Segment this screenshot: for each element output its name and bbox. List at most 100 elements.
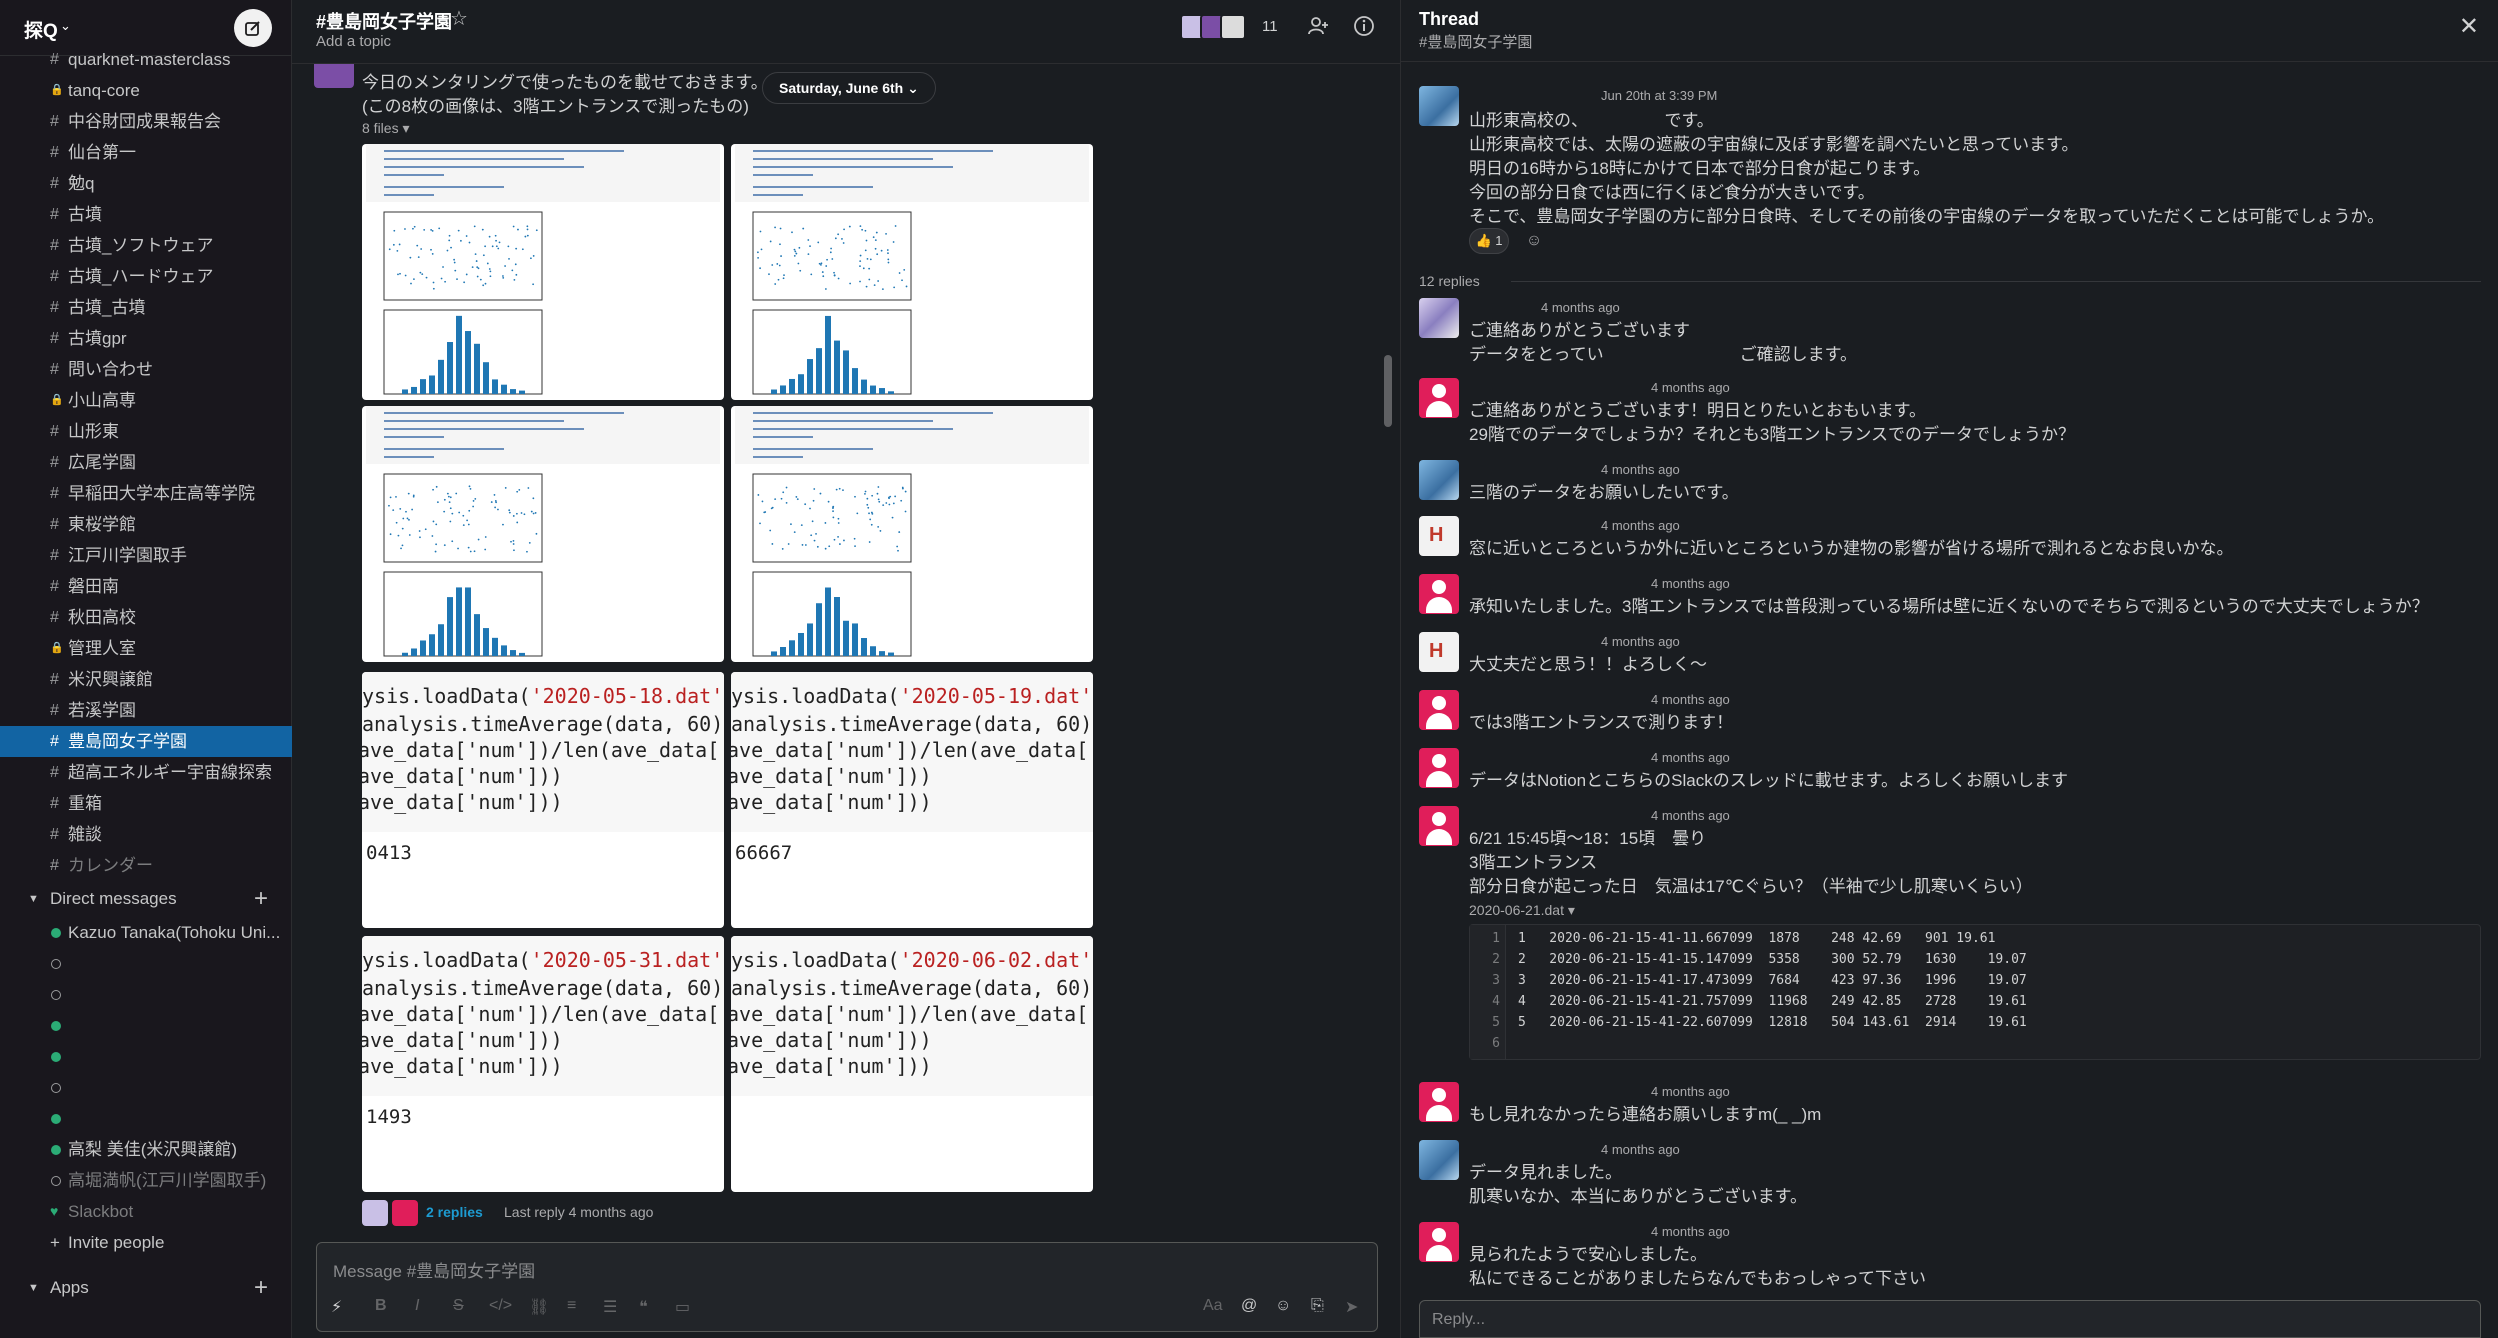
sidebar-item[interactable]: 🔒 tanq-core — [0, 75, 292, 106]
sidebar-item[interactable]: # 秋田高校 — [0, 602, 292, 633]
message-time[interactable]: 4 months ago — [1601, 518, 1680, 533]
link-icon[interactable]: ⛓ — [529, 1297, 549, 1317]
sidebar-item[interactable]: # 東桜学館 — [0, 509, 292, 540]
member-count[interactable]: 11 — [1262, 18, 1278, 35]
file-name[interactable]: 2020-06-21.dat ▾ — [1469, 902, 1575, 919]
dm-item[interactable] — [0, 1072, 292, 1103]
dm-item[interactable] — [0, 948, 292, 979]
avatar[interactable] — [1419, 298, 1459, 338]
message-composer[interactable]: Message #豊島岡女子学園 ⚡ B I S </> ⛓ ≡ ☰ ❝ ▭ A… — [316, 1242, 1378, 1332]
add-reaction-icon[interactable]: ☺ — [1519, 228, 1549, 254]
image-attachment[interactable] — [731, 406, 1093, 662]
sidebar-item[interactable]: # quarknet-masterclass — [0, 44, 292, 75]
plus-icon[interactable]: + — [254, 881, 268, 917]
add-member-icon[interactable] — [1304, 14, 1332, 42]
message-time[interactable]: 4 months ago — [1651, 1224, 1730, 1239]
bulleted-list-icon[interactable]: ☰ — [603, 1297, 617, 1317]
dm-item[interactable] — [0, 1041, 292, 1072]
files-toggle[interactable]: 8 files ▾ — [362, 120, 410, 137]
file-preview[interactable]: 1 1 2020-06-21-15-41-11.667099 1878 248 4… — [1469, 924, 2481, 1060]
plus-icon[interactable]: + — [254, 1270, 268, 1306]
avatar[interactable] — [1419, 1082, 1459, 1122]
sidebar-item[interactable]: 🔒 小山高専 — [0, 385, 292, 416]
send-icon[interactable]: ➤ — [1345, 1297, 1358, 1317]
avatar[interactable] — [1419, 378, 1459, 418]
section-direct-messages[interactable]: ▼ Direct messages + — [0, 881, 292, 917]
message-time[interactable]: 4 months ago — [1651, 692, 1730, 707]
image-attachment[interactable]: ysis.loadData('2020-05-31.dat') #data ana… — [362, 936, 724, 1192]
sidebar-item[interactable]: # 若溪学園 — [0, 695, 292, 726]
sidebar-item[interactable]: # 古墳_古墳 — [0, 292, 292, 323]
sidebar-item[interactable]: # 勉q — [0, 168, 292, 199]
avatar[interactable] — [1419, 690, 1459, 730]
sidebar-item[interactable]: # 磐田南 — [0, 571, 292, 602]
sidebar-item[interactable]: # カレンダー — [0, 850, 292, 881]
image-attachment[interactable] — [731, 144, 1093, 400]
sidebar-item[interactable]: # 古墳 — [0, 199, 292, 230]
member-avatars[interactable] — [1180, 14, 1250, 40]
bold-icon[interactable]: B — [375, 1297, 387, 1315]
info-icon[interactable] — [1350, 14, 1378, 42]
italic-icon[interactable]: I — [415, 1297, 419, 1315]
reply-input[interactable]: Reply... — [1419, 1300, 2481, 1338]
avatar[interactable] — [1419, 632, 1459, 672]
mention-icon[interactable]: @ — [1241, 1297, 1257, 1315]
sidebar-item[interactable]: # 雑談 — [0, 819, 292, 850]
dm-item[interactable]: 高堀満帆(江戸川学園取手) — [0, 1165, 292, 1196]
sidebar-item[interactable]: # 仙台第一 — [0, 137, 292, 168]
sidebar-item[interactable]: 🔒 管理人室 — [0, 633, 292, 664]
sidebar-item[interactable]: # 超高エネルギー宇宙線探索 — [0, 757, 292, 788]
dm-item[interactable] — [0, 979, 292, 1010]
sidebar-item[interactable]: # 早稲田大学本庄高等学院 — [0, 478, 292, 509]
image-attachment[interactable]: ysis.loadData('2020-06-02.dat') #data ana… — [731, 936, 1093, 1192]
compose-button[interactable] — [234, 9, 272, 47]
channel-title[interactable]: #豊島岡女子学園 — [316, 8, 452, 34]
sidebar-item[interactable]: # 山形東 — [0, 416, 292, 447]
avatar[interactable] — [1419, 460, 1459, 500]
dm-item[interactable]: ♥ Slackbot — [0, 1196, 292, 1227]
message-time[interactable]: 4 months ago — [1601, 634, 1680, 649]
replies-link[interactable]: 2 replies — [426, 1204, 483, 1220]
avatar[interactable] — [1419, 86, 1459, 126]
star-icon[interactable]: ☆ — [450, 6, 468, 31]
sidebar-item[interactable]: # 古墳gpr — [0, 323, 292, 354]
avatar[interactable] — [1419, 748, 1459, 788]
sidebar-item[interactable]: # 古墳_ソフトウェア — [0, 230, 292, 261]
dm-item[interactable] — [0, 1010, 292, 1041]
sidebar-item[interactable]: # 重箱 — [0, 788, 292, 819]
message-time[interactable]: 4 months ago — [1601, 1142, 1680, 1157]
message-time[interactable]: 4 months ago — [1651, 1084, 1730, 1099]
scrollbar[interactable] — [1384, 355, 1392, 427]
avatar[interactable] — [314, 64, 354, 88]
message-time[interactable]: 4 months ago — [1651, 380, 1730, 395]
shortcuts-icon[interactable]: ⚡ — [331, 1297, 342, 1317]
sidebar-item[interactable]: # 江戸川学園取手 — [0, 540, 292, 571]
dm-item[interactable] — [0, 1103, 292, 1134]
code-icon[interactable]: </> — [489, 1297, 512, 1315]
strikethrough-icon[interactable]: S — [453, 1297, 464, 1315]
avatar[interactable] — [1419, 516, 1459, 556]
dm-item[interactable]: 高梨 美佳(米沢興譲館) — [0, 1134, 292, 1165]
avatar[interactable] — [1419, 1222, 1459, 1262]
sidebar-item[interactable]: # 広尾学園 — [0, 447, 292, 478]
sidebar-item[interactable]: # 米沢興譲館 — [0, 664, 292, 695]
formatting-icon[interactable]: Aa — [1203, 1297, 1223, 1315]
message-time[interactable]: 4 months ago — [1651, 576, 1730, 591]
image-attachment[interactable] — [362, 144, 724, 400]
sidebar-item[interactable]: # 豊島岡女子学園 — [0, 726, 292, 757]
sidebar-item[interactable]: # 問い合わせ — [0, 354, 292, 385]
avatar[interactable] — [1419, 806, 1459, 846]
ordered-list-icon[interactable]: ≡ — [567, 1297, 576, 1315]
section-apps[interactable]: ▼ Apps + — [0, 1270, 292, 1306]
message-time[interactable]: 4 months ago — [1601, 462, 1680, 477]
message-time[interactable]: 4 months ago — [1541, 300, 1620, 315]
blockquote-icon[interactable]: ❝ — [639, 1297, 648, 1317]
code-block-icon[interactable]: ▭ — [675, 1297, 690, 1317]
message-time[interactable]: 4 months ago — [1651, 750, 1730, 765]
close-icon[interactable]: ✕ — [2459, 12, 2479, 41]
add-topic-link[interactable]: Add a topic — [316, 33, 391, 50]
date-divider[interactable]: Saturday, June 6th ⌄ — [762, 72, 936, 104]
sidebar-item[interactable]: # 中谷財団成果報告会 — [0, 106, 292, 137]
invite-people-link[interactable]: + Invite people — [0, 1227, 292, 1258]
dm-item[interactable]: Kazuo Tanaka(Tohoku Uni... — [0, 917, 292, 948]
